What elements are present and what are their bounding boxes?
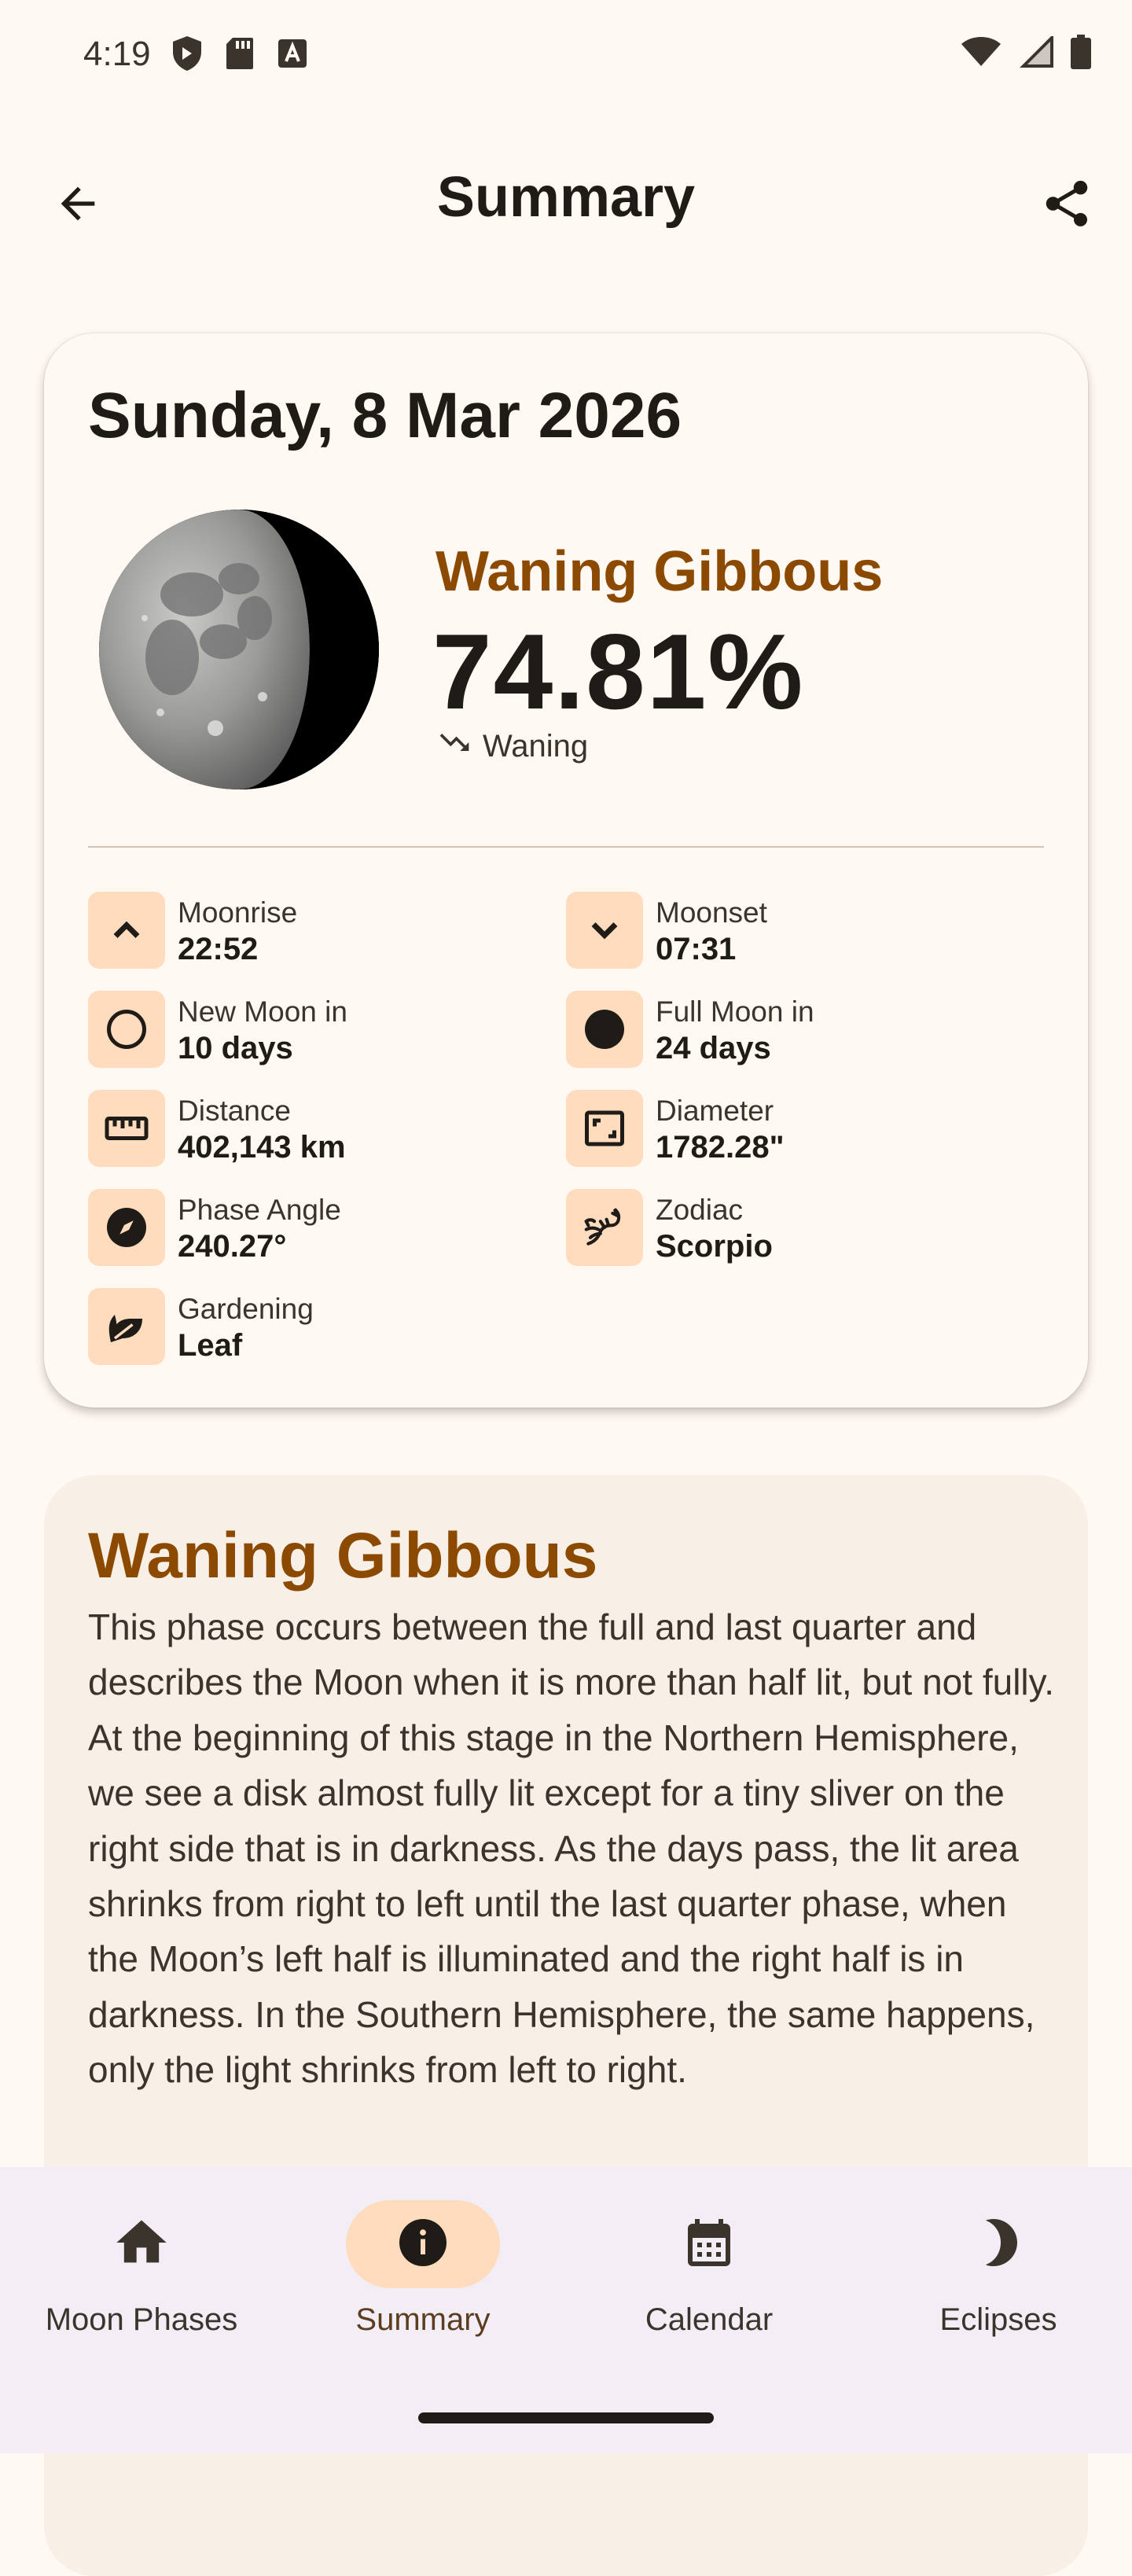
leaf-icon (88, 1288, 165, 1365)
nav-pill (921, 2200, 1075, 2288)
stat-label: Phase Angle (178, 1194, 341, 1226)
nav-item-moon-phases[interactable]: Moon Phases (0, 2200, 283, 2350)
summary-card: Sunday, 8 Mar 2026 Waning Gibbous 74.81%… (44, 333, 1088, 1408)
stat-label: Zodiac (656, 1194, 744, 1226)
share-button[interactable] (1031, 170, 1102, 241)
stat-gardening: Gardening Leaf (88, 1288, 314, 1365)
nav-label: Summary (355, 2302, 491, 2337)
stat-label: Moonrise (178, 896, 298, 929)
battery-icon (1071, 35, 1091, 73)
stat-full-moon: Full Moon in 24 days (566, 991, 814, 1068)
stat-phase-angle: Phase Angle 240.27° (88, 1189, 341, 1266)
stat-value: 240.27° (178, 1229, 287, 1264)
circle-filled-icon (566, 991, 643, 1068)
circle-outline-icon (88, 991, 165, 1068)
ruler-icon (88, 1090, 165, 1167)
stat-value: 07:31 (656, 932, 737, 966)
status-bar: 4:19 (0, 0, 1132, 110)
home-indicator[interactable] (418, 2412, 714, 2423)
stat-label: Diameter (656, 1095, 774, 1127)
status-icons-left (171, 35, 308, 76)
stat-moonrise: Moonrise 22:52 (88, 892, 297, 969)
calendar-icon (681, 2214, 737, 2275)
stat-new-moon: New Moon in 10 days (88, 991, 347, 1068)
stat-label: New Moon in (178, 995, 347, 1028)
info-icon (395, 2214, 451, 2275)
crescent-moon-icon (970, 2214, 1027, 2275)
stat-value: 24 days (656, 1031, 771, 1065)
summary-date: Sunday, 8 Mar 2026 (88, 380, 682, 451)
trend-label: Waning (483, 728, 589, 764)
stat-value: 1782.28" (656, 1130, 785, 1165)
nav-item-summary[interactable]: Summary (281, 2200, 564, 2350)
nav-label: Calendar (645, 2302, 774, 2337)
trending-down-icon (437, 725, 472, 767)
nav-item-calendar[interactable]: Calendar (568, 2200, 851, 2350)
stat-value: 10 days (178, 1031, 293, 1065)
chevron-up-icon (88, 892, 165, 969)
keyboard-a-icon (277, 38, 308, 73)
chevron-down-icon (566, 892, 643, 969)
scorpio-icon (566, 1189, 643, 1266)
stat-value: Leaf (178, 1328, 243, 1363)
divider (88, 846, 1044, 848)
nav-label: Moon Phases (45, 2302, 238, 2337)
aspect-ratio-icon (566, 1090, 643, 1167)
nav-pill (64, 2200, 219, 2288)
nav-label: Eclipses (939, 2302, 1057, 2337)
bottom-navigation: Moon Phases Summary Calendar Eclipses (0, 2167, 1132, 2453)
wifi-icon (961, 36, 1002, 72)
stat-value: 402,143 km (178, 1130, 346, 1165)
description-title: Waning Gibbous (88, 1520, 598, 1592)
nav-pill-active (346, 2200, 500, 2288)
page-title: Summary (436, 166, 696, 229)
stat-label: Moonset (656, 896, 767, 929)
shield-icon (171, 35, 203, 76)
compass-icon (88, 1189, 165, 1266)
status-time: 4:19 (83, 35, 151, 73)
sd-card-icon (225, 36, 255, 75)
phase-name: Waning Gibbous (436, 540, 884, 603)
stat-distance: Distance 402,143 km (88, 1090, 346, 1167)
stat-zodiac: Zodiac Scorpio (566, 1189, 773, 1266)
top-app-bar: Summary (0, 138, 1132, 264)
stat-diameter: Diameter 1782.28" (566, 1090, 785, 1167)
stat-value: 22:52 (178, 932, 259, 966)
status-icons-right (961, 34, 1091, 73)
phase-trend: Waning (437, 725, 588, 767)
nav-pill (632, 2200, 786, 2288)
moon-phase-image (97, 508, 380, 791)
home-icon (112, 2213, 171, 2276)
nav-item-eclipses[interactable]: Eclipses (857, 2200, 1132, 2350)
share-icon (1039, 176, 1094, 235)
illumination-percent: 74.81% (432, 612, 805, 731)
stat-label: Full Moon in (656, 995, 814, 1028)
stat-label: Gardening (178, 1293, 314, 1325)
stat-value: Scorpio (656, 1229, 773, 1264)
stat-moonset: Moonset 07:31 (566, 892, 767, 969)
cell-signal-icon (1019, 34, 1053, 72)
description-body: This phase occurs between the full and l… (88, 1606, 1054, 2091)
stat-label: Distance (178, 1095, 291, 1127)
